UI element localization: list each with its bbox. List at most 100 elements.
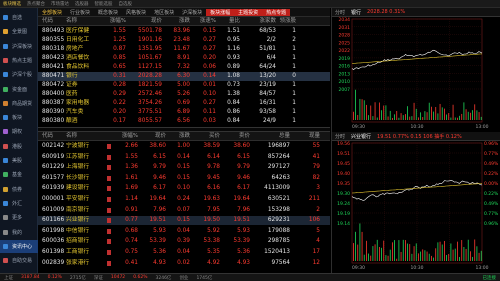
- stock-row[interactable]: 600036 招商银行 0.74 53.39 0.39 53.38 53.39 298785 4: [38, 237, 330, 246]
- board-row[interactable]: 880423 酒店餐饮 0.85 1051.67 8.91 0.20 0.93 6/4 1: [38, 54, 330, 63]
- sidebar-item-label: 美股: [12, 158, 23, 164]
- column-header[interactable]: 代码: [42, 17, 66, 26]
- cell-vr: 1.38: [227, 91, 240, 97]
- y-axis-pct-label: 0.77%: [484, 211, 499, 217]
- cell-chg: 83.96: [173, 28, 190, 34]
- stock-row[interactable]: 601166 兴业银行 0.77 19.51 0.15 19.50 19.51 629231 1…: [38, 216, 330, 226]
- sidebar-item[interactable]: 债券: [0, 183, 38, 196]
- cell-cur: 5: [316, 227, 320, 234]
- stock-row[interactable]: 601009 南京银行 0.91 7.96 0.07 7.95 7.96 153298 2: [38, 206, 330, 215]
- sidebar-item[interactable]: 自选: [0, 11, 38, 24]
- column-header[interactable]: 名称: [66, 17, 98, 26]
- sidebar-item[interactable]: 板块: [0, 111, 38, 124]
- tab-concept[interactable]: 概念板块: [94, 9, 122, 16]
- sidebar-item[interactable]: 沪深个股: [0, 68, 38, 81]
- index-cy-label: 创业: [179, 275, 189, 281]
- sidebar-item[interactable]: 热点主题: [0, 54, 38, 67]
- cell-name: 日用化工: [66, 37, 90, 43]
- column-header[interactable]: 名称: [66, 132, 102, 141]
- stock-row[interactable]: 601939 建设银行 1.69 6.17 0.10 6.16 6.17 4113009 3: [38, 184, 330, 193]
- cell-code: 601398: [42, 249, 65, 255]
- column-header[interactable]: 卖价: [220, 132, 250, 141]
- sidebar-item[interactable]: 资金面: [0, 83, 38, 96]
- board-row[interactable]: 880493 医疗保健 1.55 5501.78 83.96 0.15 1.51 68/53 1: [38, 27, 330, 36]
- sidebar-item[interactable]: 商品期货: [0, 97, 38, 110]
- top-menu-item[interactable]: 热点聚合: [27, 1, 45, 7]
- column-header[interactable]: 总量: [250, 132, 290, 141]
- cell-code: 880390: [42, 109, 65, 115]
- board-row[interactable]: 880421 食品饮料 0.65 1127.15 7.32 0.06 0.89 64/24 1: [38, 63, 330, 72]
- y-axis-label: 19.51: [337, 151, 350, 157]
- board-row[interactable]: 880387 家用电器 0.22 3754.26 0.69 0.27 0.84 16/31 1: [38, 99, 330, 108]
- cell-up: 2/2: [266, 37, 276, 43]
- sidebar-item[interactable]: 全景图: [0, 25, 38, 38]
- column-header[interactable]: 涨幅%: [112, 132, 138, 141]
- stock-row[interactable]: 000001 平安银行 1.14 19.64 0.24 19.63 19.64 630521 2…: [38, 195, 330, 204]
- column-header[interactable]: 领涨股: [276, 17, 296, 26]
- top-menu-item[interactable]: 选股器: [75, 1, 89, 7]
- volume-bar: [441, 244, 443, 261]
- column-header[interactable]: 涨跌: [166, 132, 190, 141]
- tab-style[interactable]: 风格板块: [122, 9, 150, 16]
- board-row[interactable]: 880390 汽车类 0.20 3775.51 6.89 0.11 0.86 93/58 1: [38, 108, 330, 117]
- tab-industry[interactable]: 行业板块: [66, 9, 94, 16]
- stock-row[interactable]: 002142 宁波银行 2.66 38.60 1.00 38.59 38.60 196897 5…: [38, 142, 330, 151]
- tab-hs-board[interactable]: 沪深板块: [178, 9, 206, 16]
- column-header[interactable]: 买价: [190, 132, 220, 141]
- stock-row[interactable]: 601998 中信银行 0.68 5.93 0.04 5.92 5.93 179088 5: [38, 227, 330, 236]
- sidebar-item[interactable]: 自助交易: [0, 254, 38, 267]
- top-menu-item[interactable]: 智能选股: [95, 1, 113, 7]
- board-row[interactable]: 880472 证券 0.28 1821.59 5.00 0.01 0.73 23/19 1: [38, 81, 330, 90]
- board-row[interactable]: 880400 医药 0.29 2572.46 5.26 0.10 1.38 84/57 1: [38, 90, 330, 99]
- volume-bar: [450, 117, 452, 120]
- chart-mode-label[interactable]: 分时: [335, 133, 345, 140]
- tab-hot-topic[interactable]: 热点专题: [262, 8, 291, 16]
- board-row[interactable]: 880355 日用化工 1.25 1901.16 23.48 0.27 0.95 2/2 2: [38, 36, 330, 45]
- cell-up: 13/20: [259, 73, 276, 79]
- margin-flag-icon: [107, 250, 111, 255]
- stock-intraday-chart[interactable]: 19.56 19.51 19.45 19.40 19.35 19.30 19.24 19.19…: [332, 141, 500, 273]
- cell-buy: 6.14: [207, 153, 220, 160]
- column-header[interactable]: 现价: [126, 17, 162, 26]
- stock-row[interactable]: 601577 长沙银行 1.61 9.46 0.15 9.45 9.46 64263 82: [38, 174, 330, 183]
- column-header[interactable]: 涨家数: [240, 17, 276, 26]
- sidebar-item[interactable]: 沪深板块: [0, 40, 38, 53]
- sidebar-item[interactable]: 我的: [0, 226, 38, 239]
- column-header[interactable]: 涨跌: [162, 17, 190, 26]
- stock-row[interactable]: 601398 工商银行 0.75 5.36 0.04 5.35 5.36 1520413 17: [38, 248, 330, 257]
- sidebar-item[interactable]: 资讯中心: [0, 239, 38, 253]
- y-axis-label: 2007: [339, 87, 351, 93]
- y-axis-label: 2022: [339, 48, 351, 54]
- cell-name: 证券: [66, 82, 78, 88]
- sidebar-item[interactable]: 美股: [0, 154, 38, 167]
- column-header[interactable]: 现量: [290, 132, 320, 141]
- tab-theme[interactable]: 主题投资: [234, 8, 263, 16]
- stock-row[interactable]: 002839 张家港行 0.41 4.93 0.02 4.92 4.93 97564 12: [38, 259, 330, 268]
- column-header[interactable]: 涨幅%: [98, 17, 126, 26]
- top-menu-item[interactable]: 自选股: [119, 1, 133, 7]
- cell-vr: 0.84: [227, 118, 240, 124]
- column-header[interactable]: 代码: [42, 132, 66, 141]
- cell-code: 002142: [42, 143, 65, 149]
- sidebar-item[interactable]: 期权: [0, 125, 38, 138]
- board-row[interactable]: 880471 银行 0.31 2028.28 6.30 0.14 1.08 13/20 0: [38, 72, 330, 81]
- column-header[interactable]: 量比: [216, 17, 240, 26]
- sidebar-item[interactable]: 基金: [0, 168, 38, 181]
- board-intraday-chart[interactable]: 2034203120282025202220192016201320102007…: [332, 17, 500, 132]
- tab-all-boards[interactable]: 全部板块: [38, 9, 66, 16]
- sidebar-item[interactable]: 更多: [0, 211, 38, 224]
- stock-row[interactable]: 601229 上海银行 1.36 9.79 0.15 9.78 9.79 297127 79: [38, 163, 330, 172]
- board-row[interactable]: 880318 房地产 0.87 1351.95 11.67 0.27 1.16 51/81 1: [38, 45, 330, 54]
- board-row[interactable]: 880380 酿酒 0.17 8055.57 6.56 0.03 0.84 24/9 1: [38, 117, 330, 126]
- sidebar-item[interactable]: 港股: [0, 140, 38, 153]
- column-header[interactable]: 现价: [138, 132, 166, 141]
- tab-board-rise[interactable]: 板块涨幅: [206, 8, 235, 16]
- stock-row[interactable]: 600919 江苏银行 1.55 6.15 0.14 6.14 6.15 857264 41: [38, 153, 330, 162]
- chart-mode-label[interactable]: 分时: [335, 9, 345, 16]
- volume-bar: [428, 253, 430, 261]
- tab-region[interactable]: 地区板块: [150, 9, 178, 16]
- volume-bar: [361, 231, 363, 261]
- column-header[interactable]: 涨速%: [190, 17, 216, 26]
- top-menu-item[interactable]: 市场雷达: [51, 1, 69, 7]
- sidebar-item[interactable]: 外汇: [0, 197, 38, 210]
